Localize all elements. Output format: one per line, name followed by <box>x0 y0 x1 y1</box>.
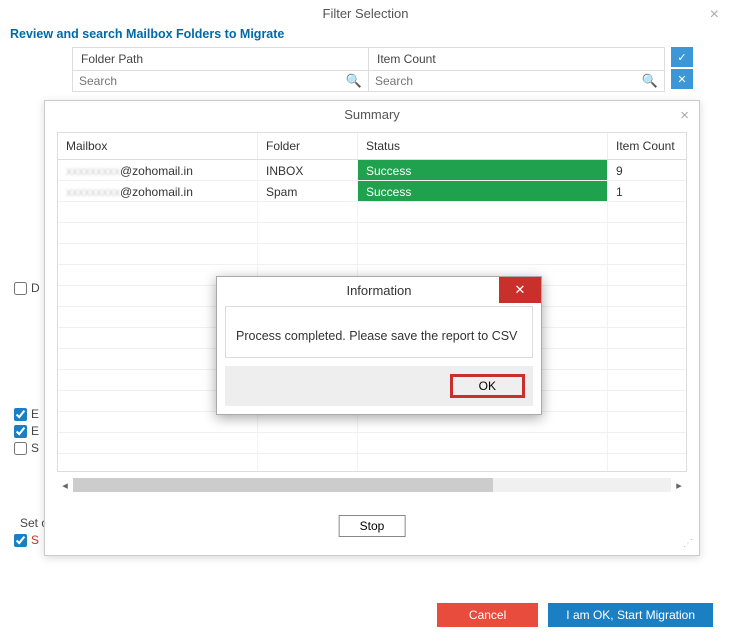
folder-path-column: Folder Path 🔍 <box>72 47 369 92</box>
info-message: Process completed. Please save the repor… <box>225 306 533 358</box>
cancel-button[interactable]: Cancel <box>437 603 538 627</box>
close-icon[interactable]: × <box>680 107 689 124</box>
cell-status: Success <box>358 160 608 180</box>
table-row <box>58 433 686 454</box>
info-title: Information <box>346 283 411 298</box>
resize-grip-icon[interactable]: ⋰ <box>683 538 693 549</box>
horizontal-scrollbar[interactable]: ◂ ▸ <box>57 476 687 494</box>
col-status: Status <box>358 133 608 159</box>
option-d-checkbox[interactable] <box>14 282 27 295</box>
table-row <box>58 244 686 265</box>
cell-folder: Spam <box>258 181 358 201</box>
information-dialog: Information ✕ Process completed. Please … <box>216 276 542 415</box>
search-icon[interactable]: 🔍 <box>346 73 362 89</box>
select-all-button[interactable]: ✓ <box>671 47 693 67</box>
cell-mailbox: xxxxxxxxx@zohomail.in <box>58 181 258 201</box>
instruction-text: Review and search Mailbox Folders to Mig… <box>0 27 731 47</box>
option-e2-checkbox[interactable] <box>14 425 27 438</box>
info-footer: OK <box>225 366 533 406</box>
folder-filter-row: Folder Path 🔍 Item Count 🔍 ✓ ✕ <box>0 47 731 92</box>
table-row <box>58 202 686 223</box>
item-count-search[interactable]: 🔍 <box>369 71 664 91</box>
table-row <box>58 412 686 433</box>
search-icon[interactable]: 🔍 <box>642 73 658 89</box>
option-sred-label: S <box>31 533 39 547</box>
scroll-right-icon[interactable]: ▸ <box>671 479 687 492</box>
window-titlebar: Filter Selection × <box>0 0 731 27</box>
close-icon[interactable]: ✕ <box>499 277 541 303</box>
option-e1-label: E <box>31 407 39 421</box>
item-count-column: Item Count 🔍 <box>369 47 665 92</box>
cell-mailbox: xxxxxxxxx@zohomail.in <box>58 160 258 180</box>
summary-table-header: Mailbox Folder Status Item Count <box>58 133 686 160</box>
table-row <box>58 223 686 244</box>
stop-button[interactable]: Stop <box>339 515 406 537</box>
col-itemcount: Item Count <box>608 133 687 159</box>
folder-path-header: Folder Path <box>73 48 368 71</box>
col-mailbox: Mailbox <box>58 133 258 159</box>
close-icon[interactable]: × <box>710 6 719 24</box>
cell-count: 1 <box>608 181 687 201</box>
option-s-checkbox[interactable] <box>14 442 27 455</box>
table-row <box>58 454 686 472</box>
select-toggle-stack: ✓ ✕ <box>671 47 693 89</box>
option-sred-checkbox[interactable] <box>14 534 27 547</box>
summary-titlebar: Summary × <box>45 101 699 128</box>
option-e2-label: E <box>31 424 39 438</box>
scroll-left-icon[interactable]: ◂ <box>57 479 73 492</box>
option-d-label: D <box>31 281 40 295</box>
ok-button[interactable]: OK <box>450 374 525 398</box>
cell-folder: INBOX <box>258 160 358 180</box>
cell-count: 9 <box>608 160 687 180</box>
item-count-search-input[interactable] <box>375 74 642 88</box>
option-e1-checkbox[interactable] <box>14 408 27 421</box>
info-titlebar: Information ✕ <box>217 277 541 304</box>
footer-buttons: Cancel I am OK, Start Migration <box>437 603 713 627</box>
folder-path-search-input[interactable] <box>79 74 346 88</box>
col-folder: Folder <box>258 133 358 159</box>
cell-status: Success <box>358 181 608 201</box>
start-migration-button[interactable]: I am OK, Start Migration <box>548 603 713 627</box>
table-row[interactable]: xxxxxxxxx@zohomail.in INBOX Success 9 <box>58 160 686 181</box>
scroll-thumb[interactable] <box>73 478 493 492</box>
option-s-label: S <box>31 441 39 455</box>
scroll-track[interactable] <box>73 478 671 492</box>
item-count-header: Item Count <box>369 48 664 71</box>
folder-path-search[interactable]: 🔍 <box>73 71 368 91</box>
window-title: Filter Selection <box>323 6 409 21</box>
table-row[interactable]: xxxxxxxxx@zohomail.in Spam Success 1 <box>58 181 686 202</box>
summary-title: Summary <box>344 107 400 122</box>
deselect-all-button[interactable]: ✕ <box>671 69 693 89</box>
